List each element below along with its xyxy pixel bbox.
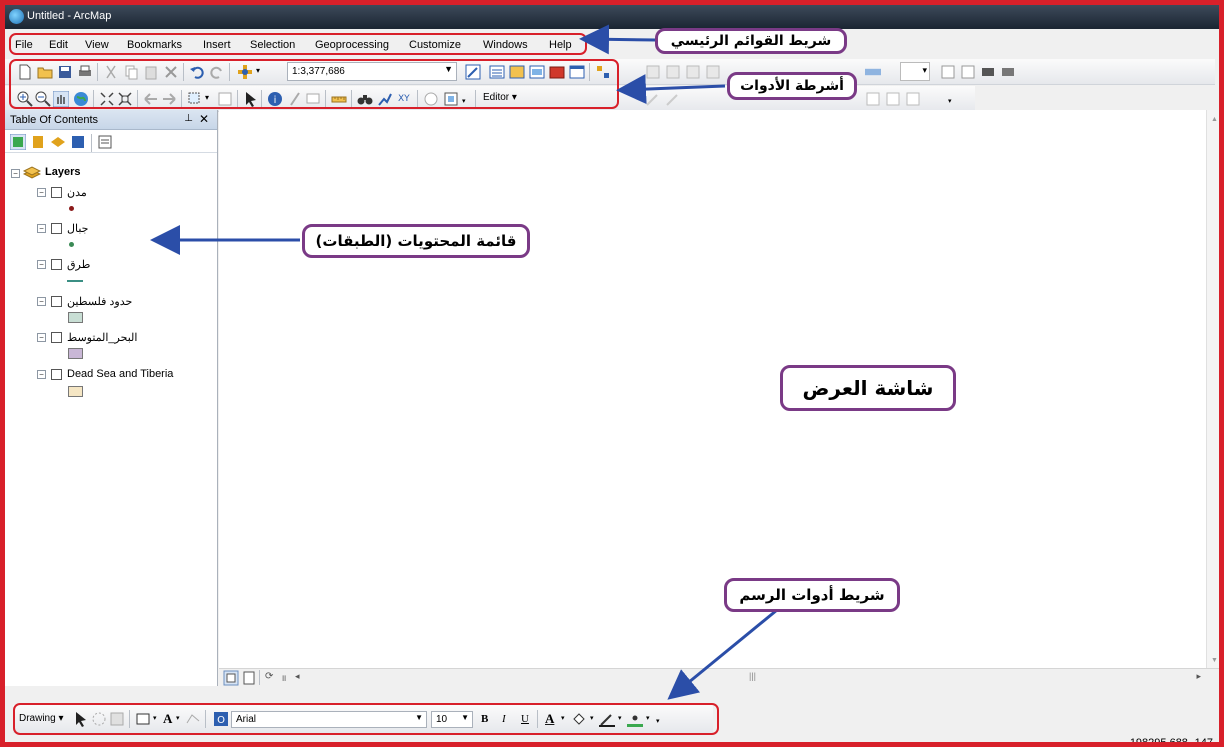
layer-expander[interactable]: − [37,370,46,379]
toggle-draft-icon[interactable] [980,64,996,80]
layout-tool-icon[interactable] [685,64,701,80]
data-view-icon[interactable] [223,670,239,686]
layers-group-icon [23,166,41,179]
toc-toolbar [5,131,217,153]
drawing-toolbar-highlight [13,703,719,735]
layer-expander[interactable]: − [37,224,46,233]
layers-group-label: Layers [45,166,81,178]
pause-drawing-icon[interactable]: ॥ [281,671,286,684]
toc-options-icon[interactable] [97,134,113,150]
layout-view-icon[interactable] [241,670,257,686]
title-bar: Untitled - ArcMap [5,5,1219,29]
layer-expander[interactable]: − [37,333,46,342]
polygon-symbol-icon [68,312,83,323]
edit-tool-icon[interactable] [645,91,661,107]
scroll-right-icon[interactable]: ▸ [1196,671,1201,682]
status-bar: 198295.688- 147 [5,735,1219,747]
page-icon[interactable] [940,64,956,80]
toolbar-options-arrow[interactable]: ▾ [948,97,952,105]
scroll-down-icon[interactable]: ▼ [1211,657,1218,664]
arcmap-window: Untitled - ArcMap File Edit View Bookmar… [0,0,1224,747]
layer-visibility-checkbox[interactable] [51,369,62,380]
layer-expander[interactable]: − [37,188,46,197]
polygon-symbol-icon [68,348,83,359]
callout-drawing-toolbar: شريط أدوات الرسم [724,578,900,612]
layout-tool-icon[interactable] [665,64,681,80]
page-icon[interactable] [960,64,976,80]
layer-name-mudun: مدن [67,187,87,199]
callout-table-of-contents: قائمة المحتويات (الطبقات) [302,224,530,258]
menu-bar-highlight [9,33,587,55]
horizontal-scrollbar[interactable]: ⟳ ॥ ◂ ||| ▸ [219,668,1219,686]
layer-visibility-checkbox[interactable] [51,223,62,234]
change-layout-icon[interactable] [1000,64,1016,80]
collapse-group-toggle[interactable]: − [11,169,20,178]
toolbar-separator [91,134,92,152]
layer-visibility-checkbox[interactable] [51,296,62,307]
layer-visibility-checkbox[interactable] [51,332,62,343]
list-by-selection-icon[interactable] [70,134,86,150]
vertical-scrollbar[interactable]: ▲ ▼ [1206,110,1219,686]
layout-zoom-dropdown[interactable]: ▾ [900,62,930,81]
polygon-symbol-icon [68,386,83,397]
list-by-visibility-icon[interactable] [50,134,66,150]
line-symbol-icon [67,280,83,282]
scroll-thumb-grip[interactable]: ||| [749,671,756,681]
toc-title: Table Of Contents [10,114,99,126]
layout-tool-icon[interactable] [645,64,661,80]
list-by-source-icon[interactable] [30,134,46,150]
layer-visibility-checkbox[interactable] [51,259,62,270]
scroll-left-icon[interactable]: ◂ [295,671,300,682]
sketch-properties-icon[interactable] [885,91,901,107]
coordinates-readout: 198295.688- 147 [1129,737,1213,747]
layer-name-jibal: جبال [67,223,89,235]
layer-visibility-checkbox[interactable] [51,187,62,198]
toc-header: Table Of Contents ⊥ ✕ [5,110,217,130]
pin-icon[interactable]: ⊥ [184,113,193,124]
callout-display-screen: شاشة العرض [780,365,956,411]
arcmap-globe-icon [9,9,24,24]
callout-toolbars: أشرطة الأدوات [727,72,857,100]
close-icon[interactable]: ✕ [199,112,209,126]
toolbars-highlight [9,59,619,109]
attributes-icon[interactable] [865,91,881,107]
layer-expander[interactable]: − [37,260,46,269]
toolbar-separator [259,670,260,685]
layer-name-turuq: طرق [67,259,91,271]
callout-main-menu: شريط القوائم الرئيسي [655,28,847,54]
straight-segment-icon[interactable] [665,91,681,107]
layer-name-mediterranean: البحر_المتوسط [67,332,138,344]
layer-name-dead-sea: Dead Sea and Tiberia [67,368,174,380]
layout-tool-icon[interactable] [705,64,721,80]
scroll-up-icon[interactable]: ▲ [1211,116,1218,123]
refresh-icon[interactable]: ⟳ [265,671,273,682]
map-display-area[interactable]: ▲ ▼ ⟳ ॥ ◂ ||| ▸ [219,110,1219,686]
point-symbol-icon [69,206,74,211]
list-by-drawing-order-icon[interactable] [10,134,26,150]
table-of-contents-panel: Table Of Contents ⊥ ✕ − Layers − مدن − ج… [5,110,218,686]
zoom-percent-box[interactable] [865,64,881,80]
create-features-icon[interactable] [905,91,921,107]
layer-expander[interactable]: − [37,297,46,306]
layer-name-palestine-borders: حدود فلسطين [67,296,133,308]
point-symbol-icon [69,242,74,247]
window-title: Untitled - ArcMap [27,10,112,22]
